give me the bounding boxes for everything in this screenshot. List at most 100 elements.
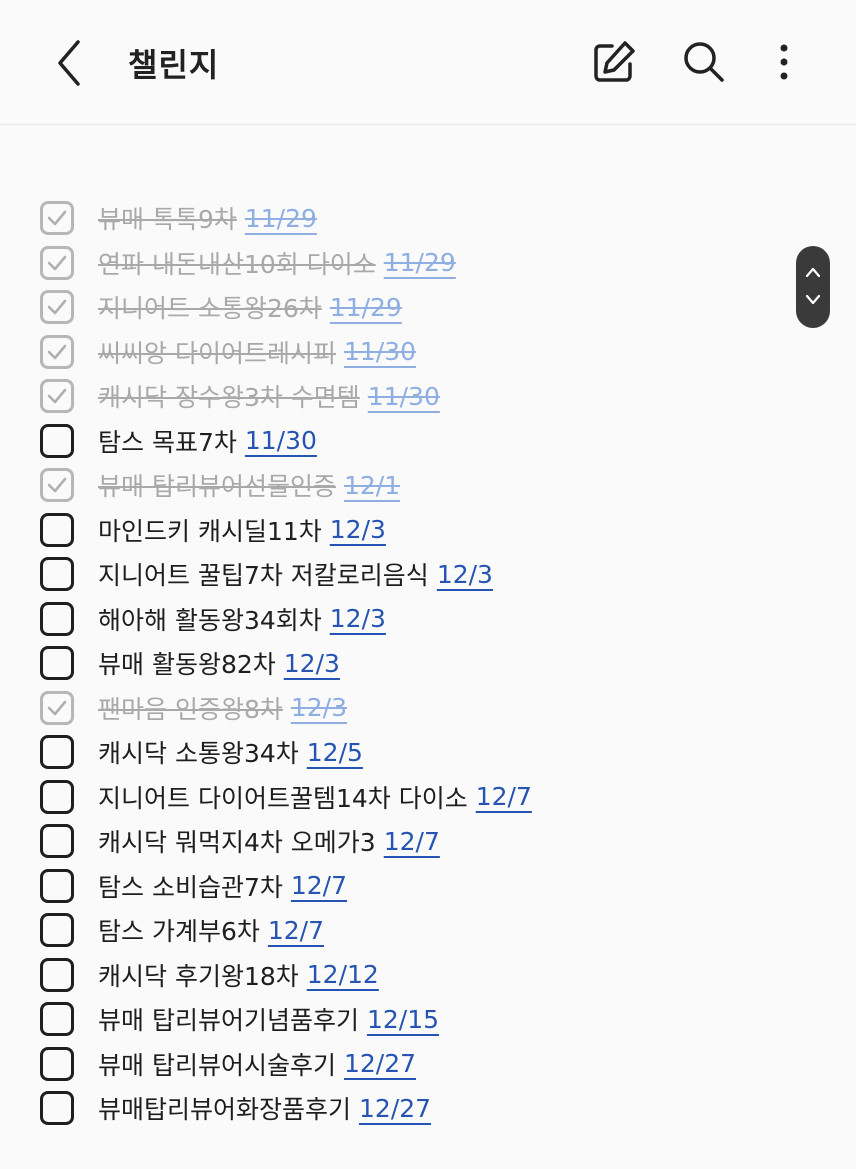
checklist-item[interactable]: 탐스 가계부6차 12/7 [40, 908, 660, 953]
checklist-item-label: 해아해 활동왕34회차 [98, 605, 322, 635]
checklist-item-label: 뷰매 톡톡9차 [98, 205, 237, 235]
checklist-item-label: 뷰매탑리뷰어화장품후기 [98, 1095, 352, 1125]
checklist-item-label: 캐시닥 후기왕18차 [98, 961, 299, 991]
checkbox-checked[interactable] [40, 290, 74, 325]
checkbox-checked[interactable] [40, 468, 74, 503]
checklist-item-date-link[interactable]: 12/27 [344, 1049, 416, 1078]
checklist-item[interactable]: 탐스 목표7차 11/30 [40, 419, 660, 464]
checklist-item[interactable]: 뷰매 탑리뷰어시술후기 12/27 [40, 1042, 660, 1087]
checklist-item[interactable]: 해아해 활동왕34회차 12/3 [40, 597, 660, 642]
check-icon [47, 388, 67, 404]
checklist-item-label: 캐시닥 뭐먹지4차 오메가3 [98, 828, 376, 858]
checklist-item[interactable]: 지니어트 꿀팁7차 저칼로리음식 12/3 [40, 552, 660, 597]
checkbox-unchecked[interactable] [40, 824, 74, 859]
checkbox-unchecked[interactable] [40, 779, 74, 814]
checklist-item-date-link[interactable]: 11/30 [368, 382, 440, 411]
checklist-item[interactable]: 지니어트 다이어트꿀템14차 다이소 12/7 [40, 775, 660, 820]
checklist-item[interactable]: 마인드키 캐시딜11차 12/3 [40, 508, 660, 553]
checklist-item-date-link[interactable]: 12/7 [384, 827, 440, 856]
checkbox-unchecked[interactable] [40, 868, 74, 903]
checklist-item-date-link[interactable]: 12/15 [367, 1005, 439, 1034]
checklist-item-date-link[interactable]: 12/7 [476, 782, 532, 811]
checklist-item-label: 지니어트 소통왕26차 [98, 294, 322, 324]
checklist-item-date-link[interactable]: 12/3 [330, 515, 386, 544]
checklist: 뷰매 톡톡9차 11/29 연파 내돈내산10회 다이소 11/29 지니어트 소통왕2… [40, 196, 660, 1131]
checkbox-checked[interactable] [40, 379, 74, 414]
checkbox-unchecked[interactable] [40, 423, 74, 458]
checklist-item-date-link[interactable]: 12/7 [291, 871, 347, 900]
checklist-item[interactable]: 캐시닥 후기왕18차 12/12 [40, 953, 660, 998]
checklist-item-label: 씨씨앙 다이어트레시피 [98, 338, 336, 368]
checkbox-checked[interactable] [40, 334, 74, 369]
checklist-item-date-link[interactable]: 11/29 [245, 204, 317, 233]
checklist-item-label: 지니어트 꿀팁7차 저칼로리음식 [98, 561, 429, 591]
checklist-item-label: 캐시닥 장수왕3차 수면템 [98, 383, 360, 413]
checklist-item[interactable]: 캐시닥 뭐먹지4차 오메가3 12/7 [40, 819, 660, 864]
check-icon [47, 700, 67, 716]
checklist-item-label: 탐스 가계부6차 [98, 917, 260, 947]
checklist-item[interactable]: 팬마음 인증왕8차 12/3 [40, 686, 660, 731]
checklist-item-label: 뷰매 탑리뷰어시술후기 [98, 1050, 336, 1080]
checklist-item-date-link[interactable]: 11/30 [245, 426, 317, 455]
checklist-item-date-link[interactable]: 12/7 [268, 916, 324, 945]
chevron-up-icon [805, 267, 821, 278]
scroll-handle[interactable] [796, 246, 830, 328]
checklist-item[interactable]: 캐시닥 장수왕3차 수면템 11/30 [40, 374, 660, 419]
checkbox-unchecked[interactable] [40, 601, 74, 636]
checkbox-unchecked[interactable] [40, 1091, 74, 1126]
checkbox-unchecked[interactable] [40, 1046, 74, 1081]
checkbox-unchecked[interactable] [40, 557, 74, 592]
checklist-item-label: 탐스 목표7차 [98, 427, 237, 457]
checklist-item[interactable]: 뷰매 톡톡9차 11/29 [40, 196, 660, 241]
checklist-item[interactable]: 뷰매 탑리뷰어기념품후기 12/15 [40, 997, 660, 1042]
checklist-item[interactable]: 씨씨앙 다이어트레시피 11/30 [40, 330, 660, 375]
back-button[interactable] [50, 38, 90, 88]
search-icon [684, 42, 724, 82]
checkbox-unchecked[interactable] [40, 735, 74, 770]
checkbox-unchecked[interactable] [40, 646, 74, 681]
checklist-item-label: 팬마음 인증왕8차 [98, 694, 283, 724]
checklist-item[interactable]: 뷰매탑리뷰어화장품후기 12/27 [40, 1086, 660, 1131]
checkbox-checked[interactable] [40, 245, 74, 280]
back-icon [58, 40, 80, 86]
checklist-item[interactable]: 연파 내돈내산10회 다이소 11/29 [40, 241, 660, 286]
more-options-button[interactable] [760, 38, 808, 86]
checklist-item-date-link[interactable]: 12/3 [284, 649, 340, 678]
search-button[interactable] [680, 38, 728, 86]
checklist-item-date-link[interactable]: 11/30 [344, 337, 416, 366]
chevron-down-icon [805, 294, 821, 305]
checklist-item-label: 마인드키 캐시딜11차 [98, 516, 322, 546]
check-icon [47, 255, 67, 271]
checklist-item-date-link[interactable]: 12/12 [307, 960, 379, 989]
checkbox-checked[interactable] [40, 201, 74, 236]
checklist-item[interactable]: 뷰매 활동왕82차 12/3 [40, 641, 660, 686]
checkbox-unchecked[interactable] [40, 957, 74, 992]
checklist-item-date-link[interactable]: 12/5 [307, 738, 363, 767]
top-app-bar: 챌린지 [0, 0, 856, 125]
checklist-item-label: 연파 내돈내산10회 다이소 [98, 249, 376, 279]
edit-button[interactable] [590, 38, 638, 86]
check-icon [47, 210, 67, 226]
checklist-item-date-link[interactable]: 12/27 [359, 1094, 431, 1123]
checklist-item[interactable]: 뷰매 탑리뷰어선물인증 12/1 [40, 463, 660, 508]
more-vertical-icon [780, 44, 788, 80]
checklist-item-date-link[interactable]: 12/3 [291, 693, 347, 722]
checklist-item[interactable]: 캐시닥 소통왕34차 12/5 [40, 730, 660, 775]
checklist-item-label: 지니어트 다이어트꿀템14차 다이소 [98, 783, 468, 813]
checkbox-unchecked[interactable] [40, 512, 74, 547]
checklist-item-label: 뷰매 탑리뷰어기념품후기 [98, 1006, 359, 1036]
checklist-item-label: 탐스 소비습관7차 [98, 872, 283, 902]
checklist-item[interactable]: 지니어트 소통왕26차 11/29 [40, 285, 660, 330]
checklist-item-date-link[interactable]: 11/29 [384, 248, 456, 277]
check-icon [47, 299, 67, 315]
checkbox-checked[interactable] [40, 690, 74, 725]
checkbox-unchecked[interactable] [40, 1002, 74, 1037]
checklist-item-label: 뷰매 탑리뷰어선물인증 [98, 472, 336, 502]
checklist-item-date-link[interactable]: 11/29 [330, 293, 402, 322]
checklist-item-date-link[interactable]: 12/1 [344, 471, 400, 500]
checklist-item-date-link[interactable]: 12/3 [330, 604, 386, 633]
checklist-item[interactable]: 탐스 소비습관7차 12/7 [40, 864, 660, 909]
checkbox-unchecked[interactable] [40, 913, 74, 948]
edit-icon [594, 41, 635, 82]
checklist-item-date-link[interactable]: 12/3 [437, 560, 493, 589]
